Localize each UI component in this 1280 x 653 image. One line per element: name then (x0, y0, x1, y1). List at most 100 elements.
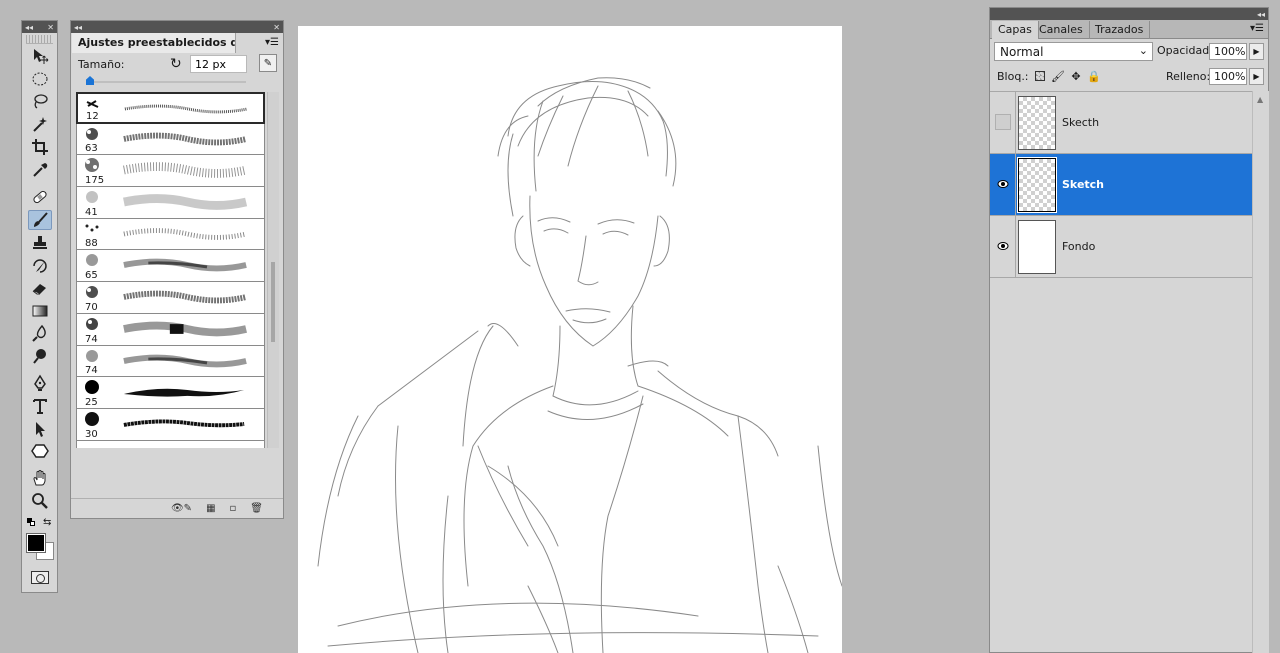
brush-preset-item[interactable]: 74 (76, 313, 265, 346)
brush-preset-item[interactable]: 70 (76, 282, 265, 314)
path-selection-tool[interactable] (28, 419, 52, 439)
brush-preset-item[interactable]: 41 (76, 187, 265, 219)
marquee-tool[interactable] (28, 69, 52, 89)
fill-arrow-icon[interactable]: ▶ (1249, 68, 1264, 85)
gradient-tool[interactable] (28, 301, 52, 321)
healing-brush-tool[interactable] (28, 187, 52, 207)
brush-preset-item[interactable]: 65 (76, 250, 265, 283)
size-slider[interactable] (86, 76, 246, 85)
lock-image-icon[interactable]: 🖌 (1051, 70, 1065, 83)
clone-stamp-tool[interactable] (28, 233, 52, 253)
panel-grip[interactable] (26, 35, 53, 44)
panel-menu-icon[interactable]: ▾☰ (1250, 23, 1264, 34)
layers-tab-bar: Capas Canales Trazados ▾☰ (990, 20, 1268, 39)
layer-name[interactable]: Sketch (1062, 178, 1104, 191)
layer-thumbnail[interactable] (1018, 220, 1056, 274)
brush-preset-item[interactable]: 30 (76, 408, 265, 441)
blend-mode-select[interactable]: Normal ⌄ (994, 42, 1153, 61)
collapse-icon[interactable]: ◂◂ (74, 23, 82, 32)
brush-preset-item[interactable]: 25 (76, 377, 265, 409)
pen-tool[interactable] (28, 373, 52, 393)
layer-name[interactable]: Skecth (1062, 116, 1099, 129)
move-tool[interactable] (28, 46, 52, 66)
scrollbar-thumb[interactable] (271, 262, 275, 342)
magic-wand-tool[interactable] (28, 114, 52, 134)
brush-tip-icon (85, 411, 99, 426)
zoom-tool[interactable] (28, 491, 52, 511)
tools-panel-header[interactable]: ◂◂ ✕ (22, 21, 57, 33)
layer-row[interactable]: Sketch (990, 154, 1252, 216)
brush-preset-item[interactable]: 88 (76, 218, 265, 251)
toggle-brush-panel-icon[interactable]: 👁✎ (171, 503, 192, 514)
brush-preset-item[interactable] (76, 440, 265, 448)
panel-footer: 👁✎ ▦ ▫ 🗑 (71, 498, 283, 518)
shape-tool[interactable] (28, 441, 52, 461)
scroll-up-icon[interactable]: ▲ (1257, 95, 1263, 104)
collapse-icon[interactable]: ◂◂ (1257, 10, 1265, 19)
move-icon (34, 49, 49, 64)
lasso-tool[interactable] (28, 91, 52, 111)
layer-row[interactable]: Fondo (990, 216, 1252, 278)
brush-stroke-preview (123, 354, 247, 367)
tab-canales[interactable]: Canales (1033, 21, 1090, 39)
dodge-tool[interactable] (28, 346, 52, 366)
visibility-toggle[interactable] (995, 114, 1011, 130)
document-canvas[interactable] (298, 26, 842, 653)
type-tool[interactable] (28, 396, 52, 416)
eyedropper-icon (33, 163, 48, 177)
opacity-input[interactable]: 100% (1209, 43, 1247, 60)
collapse-icon[interactable]: ◂◂ (25, 23, 33, 32)
scrollbar[interactable] (267, 92, 279, 448)
crop-tool[interactable] (28, 137, 52, 157)
eye-icon[interactable] (995, 176, 1011, 192)
foreground-color-swatch[interactable] (26, 533, 46, 553)
eye-icon[interactable] (995, 238, 1011, 254)
magic-wand-icon (33, 117, 47, 132)
layers-scrollbar[interactable]: ▲ (1252, 91, 1269, 653)
brush-tip-icon (86, 349, 98, 362)
close-icon[interactable]: ✕ (47, 23, 54, 32)
swap-colors-icon[interactable]: ⇆ (43, 517, 51, 528)
lock-transparency-icon[interactable] (1034, 70, 1046, 82)
quick-mask-icon[interactable] (31, 571, 49, 584)
opacity-arrow-icon[interactable]: ▶ (1249, 43, 1264, 60)
size-input[interactable] (190, 55, 247, 73)
eraser-tool[interactable] (28, 278, 52, 298)
new-preset-icon[interactable]: ▫ (230, 503, 237, 514)
size-slider-handle[interactable] (86, 76, 94, 85)
layer-thumbnail[interactable] (1018, 96, 1056, 150)
brush-tip-icon (86, 100, 99, 108)
panel-header[interactable]: ◂◂ ✕ (71, 21, 283, 33)
lock-position-icon[interactable]: ✥ (1070, 70, 1082, 83)
layer-thumbnail[interactable] (1017, 157, 1057, 213)
brush-tool[interactable] (28, 210, 52, 230)
lasso-icon (34, 94, 48, 109)
layer-row[interactable]: Skecth (990, 92, 1252, 154)
layers-panel: ◂◂ Capas Canales Trazados ▾☰ Normal ⌄ Op… (989, 7, 1269, 653)
brush-tip-icon (86, 191, 98, 204)
grid-view-icon[interactable]: ▦ (206, 503, 215, 514)
trash-icon[interactable]: 🗑 (250, 503, 263, 514)
lock-all-icon[interactable]: 🔒 (1087, 70, 1101, 83)
panel-header[interactable]: ◂◂ (990, 8, 1268, 20)
new-brush-icon[interactable]: ✎ (259, 54, 277, 72)
history-brush-tool[interactable] (28, 256, 52, 276)
bandage-icon (33, 190, 47, 204)
layer-name[interactable]: Fondo (1062, 240, 1095, 253)
reset-size-icon[interactable]: ↻ (170, 56, 190, 72)
panel-menu-icon[interactable]: ▾☰ (265, 37, 279, 48)
close-icon[interactable]: ✕ (273, 23, 280, 32)
fill-input[interactable]: 100% (1209, 68, 1247, 85)
tab-trazados[interactable]: Trazados (1089, 21, 1151, 39)
brush-preset-item[interactable]: 175 (76, 155, 265, 188)
eyedropper-tool[interactable] (28, 160, 52, 180)
brush-preset-item[interactable]: 12 (76, 92, 265, 124)
brush-preset-item[interactable]: 74 (76, 345, 265, 378)
brush-preset-item[interactable]: 63 (76, 123, 265, 156)
tab-capas[interactable]: Capas (992, 21, 1039, 39)
brush-stroke-preview (123, 259, 247, 272)
blur-tool[interactable] (28, 323, 52, 343)
default-colors-icon[interactable] (27, 518, 35, 526)
tab-brush-presets[interactable]: Ajustes preestablecidos de ... (72, 33, 236, 53)
hand-tool[interactable] (28, 468, 52, 488)
